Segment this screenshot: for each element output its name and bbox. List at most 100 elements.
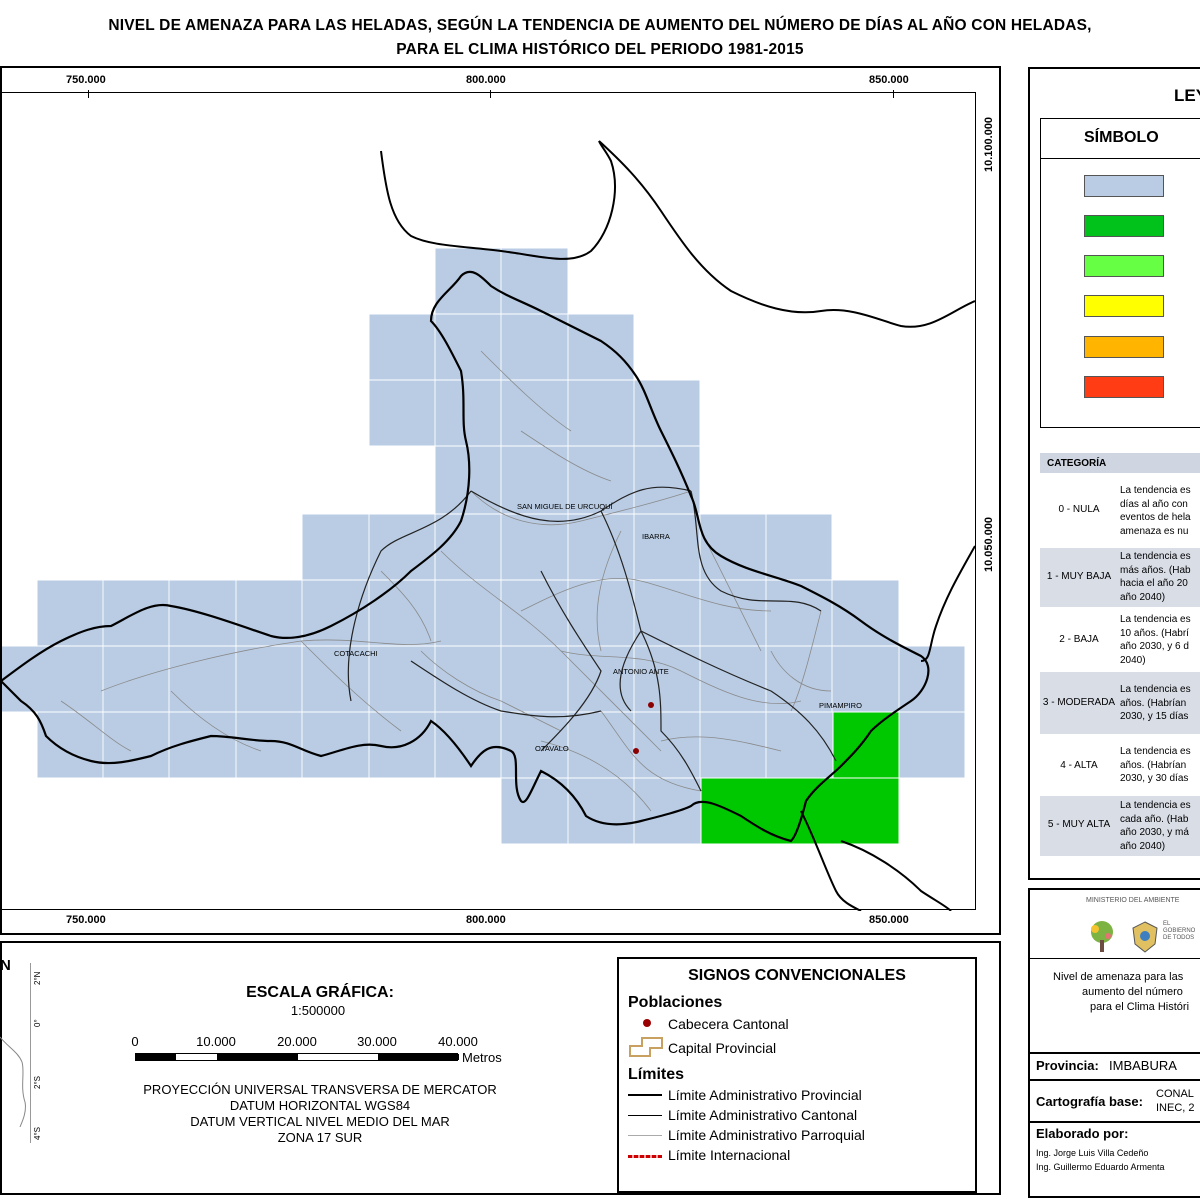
cartography-value: INEC, 2: [1156, 1102, 1195, 1114]
grid-cell: [500, 777, 702, 845]
limit-label: Límite Administrativo Parroquial: [668, 1127, 865, 1143]
category-header: CATEGORÍA: [1047, 458, 1107, 469]
inset-coast-svg: [0, 1036, 26, 1127]
map-area: SAN MIGUEL DE URCUQUÍ IBARRA COTACACHI A…: [2, 92, 976, 911]
grid-cell: [368, 379, 701, 447]
limits-header: Límites: [628, 1066, 685, 1083]
category-row: 2 - BAJA La tendencia es 10 años. (Habrí…: [1040, 610, 1200, 670]
legend-swatch-alta: [1084, 336, 1164, 358]
x-tick-top: 850.000: [869, 74, 909, 86]
category-description: La tendencia es años. (Habrían 2030, y 3…: [1120, 746, 1191, 784]
projection-line: DATUM VERTICAL NIVEL MEDIO DEL MAR: [190, 1114, 450, 1129]
international-limit: [840, 840, 952, 911]
signs-title: SIGNOS CONVENCIONALES: [688, 967, 906, 984]
author-name: Ing. Jorge Luis Villa Cedeño: [1036, 1148, 1149, 1158]
inset-lat-label: 0°: [33, 1019, 42, 1027]
tree-logo-icon: [1091, 921, 1113, 952]
map-frame: SAN MIGUEL DE URCUQUÍ IBARRA COTACACHI A…: [0, 66, 1001, 935]
y-tick-right: 10.050.000: [983, 516, 995, 572]
place-label-cotacachi: COTACACHI: [334, 649, 378, 658]
capital-label: Capital Provincial: [668, 1040, 777, 1056]
inset-locator-map: N 2°N 0° 2°S 4°S: [0, 957, 44, 1157]
description-line: aumento del número: [1082, 986, 1183, 998]
legend-swatch-baja: [1084, 255, 1164, 277]
x-tick-bottom: 800.000: [466, 914, 506, 926]
inset-lat-label: 2°S: [33, 1076, 42, 1089]
inset-lat-label: 4°S: [33, 1127, 42, 1140]
projection-line: ZONA 17 SUR: [277, 1130, 363, 1145]
threat-map-svg: SAN MIGUEL DE URCUQUÍ IBARRA COTACACHI A…: [2, 140, 975, 911]
cabecera-dot: [633, 748, 639, 754]
category-label: 5 - MUY ALTA: [1047, 819, 1111, 830]
map-title-line-2: PARA EL CLIMA HISTÓRICO DEL PERIODO 1981…: [396, 41, 804, 58]
x-tick-top: 800.000: [466, 74, 506, 86]
cabecera-symbol-icon: [643, 1019, 651, 1027]
cartography-value: CONAL: [1156, 1088, 1194, 1100]
map-title-line-1: NIVEL DE AMENAZA PARA LAS HELADAS, SEGÚN…: [108, 17, 1092, 34]
author-name: Ing. Guillermo Eduardo Armenta: [1036, 1162, 1165, 1172]
provincial-limit-symbol: [628, 1094, 662, 1096]
category-label: 3 - MODERADA: [1042, 697, 1116, 708]
grid-cell: [898, 711, 966, 779]
category-description: La tendencia es días al año con eventos …: [1120, 485, 1191, 537]
legend-swatch-moderada: [1084, 295, 1164, 317]
category-row: 0 - NULA La tendencia es días al año con…: [1040, 476, 1200, 546]
y-tick-right: 10.100.000: [983, 116, 995, 172]
government-logo-text: EL GOBIERNO DE TODOS: [1163, 921, 1196, 941]
category-description: La tendencia es años. (Habrían 2030, y 1…: [1120, 684, 1191, 722]
scale-bar: [135, 1053, 459, 1061]
category-label: 0 - NULA: [1058, 504, 1100, 515]
x-tick-bottom: 750.000: [66, 914, 106, 926]
green-cell: [832, 711, 900, 779]
legend-swatch-muy-baja: [1084, 215, 1164, 237]
limit-label: Límite Internacional: [668, 1147, 791, 1163]
cabecera-label: Cabecera Cantonal: [668, 1016, 789, 1032]
place-label-ibarra: IBARRA: [642, 532, 670, 541]
place-label-urcuqui: SAN MIGUEL DE URCUQUÍ: [517, 502, 613, 511]
scale-unit: Metros: [462, 1050, 502, 1065]
international-limit: [920, 545, 975, 662]
category-description: La tendencia es más años. (Hab hacia el …: [1120, 551, 1191, 603]
international-limit: [598, 140, 975, 328]
symbol-header: SÍMBOLO: [1084, 129, 1159, 146]
canton-limit-symbol: [628, 1115, 662, 1116]
x-tick-bottom: 850.000: [869, 914, 909, 926]
inset-lat-label: 2°N: [33, 971, 42, 985]
category-label: 2 - BAJA: [1059, 634, 1099, 645]
scale-tick-label: 20.000: [277, 1034, 317, 1049]
legend-swatch-nula: [1084, 175, 1164, 197]
scale-tick-label: 10.000: [196, 1034, 236, 1049]
projection-line: DATUM HORIZONTAL WGS84: [229, 1098, 411, 1113]
category-row: 1 - MUY BAJA La tendencia es más años. (…: [1040, 548, 1200, 607]
cabecera-dot: [648, 702, 654, 708]
scale-title: ESCALA GRÁFICA:: [246, 984, 394, 1001]
description-line: Nivel de amenaza para las: [1053, 971, 1184, 983]
category-row: 5 - MUY ALTA La tendencia es cada año. (…: [1040, 796, 1200, 856]
coat-of-arms-icon: [1132, 921, 1158, 953]
limit-label: Límite Administrativo Provincial: [668, 1087, 862, 1103]
inset-north-letter: N: [0, 957, 11, 974]
nula-grid-cells: [2, 247, 966, 845]
ministry-name: MINISTERIO DEL AMBIENTE: [1086, 897, 1180, 904]
populations-header: Poblaciones: [628, 994, 723, 1011]
scale-tick-label: 40.000: [438, 1034, 478, 1049]
scale-tick-label: 30.000: [357, 1034, 397, 1049]
made-by-label: Elaborado por:: [1036, 1126, 1129, 1141]
legend-swatch-muy-alta: [1084, 376, 1164, 398]
parish-limit-symbol: [628, 1135, 662, 1136]
province-label: Provincia:: [1036, 1058, 1099, 1073]
category-description: La tendencia es 10 años. (Habrí año 2030…: [1120, 614, 1191, 666]
scale-tick-label: 0: [131, 1034, 139, 1049]
category-label: 1 - MUY BAJA: [1046, 571, 1112, 582]
limit-label: Límite Administrativo Cantonal: [668, 1107, 858, 1123]
cartography-label: Cartografía base:: [1036, 1094, 1143, 1109]
place-label-antonio-ante: ANTONIO ANTE: [613, 667, 669, 676]
category-row: 4 - ALTA La tendencia es años. (Habrían …: [1040, 736, 1200, 794]
category-description: La tendencia es cada año. (Hab año 2030,…: [1120, 800, 1191, 852]
projection-line: PROYECCIÓN UNIVERSAL TRANSVERSA DE MERCA…: [143, 1082, 497, 1097]
capital-symbol-icon: [629, 1037, 663, 1057]
category-row: 3 - MODERADA La tendencia es años. (Habr…: [1040, 672, 1200, 734]
place-label-otavalo: OTAVALO: [535, 744, 569, 753]
scale-ratio: 1:500000: [290, 1003, 346, 1018]
international-limit: [380, 140, 616, 260]
